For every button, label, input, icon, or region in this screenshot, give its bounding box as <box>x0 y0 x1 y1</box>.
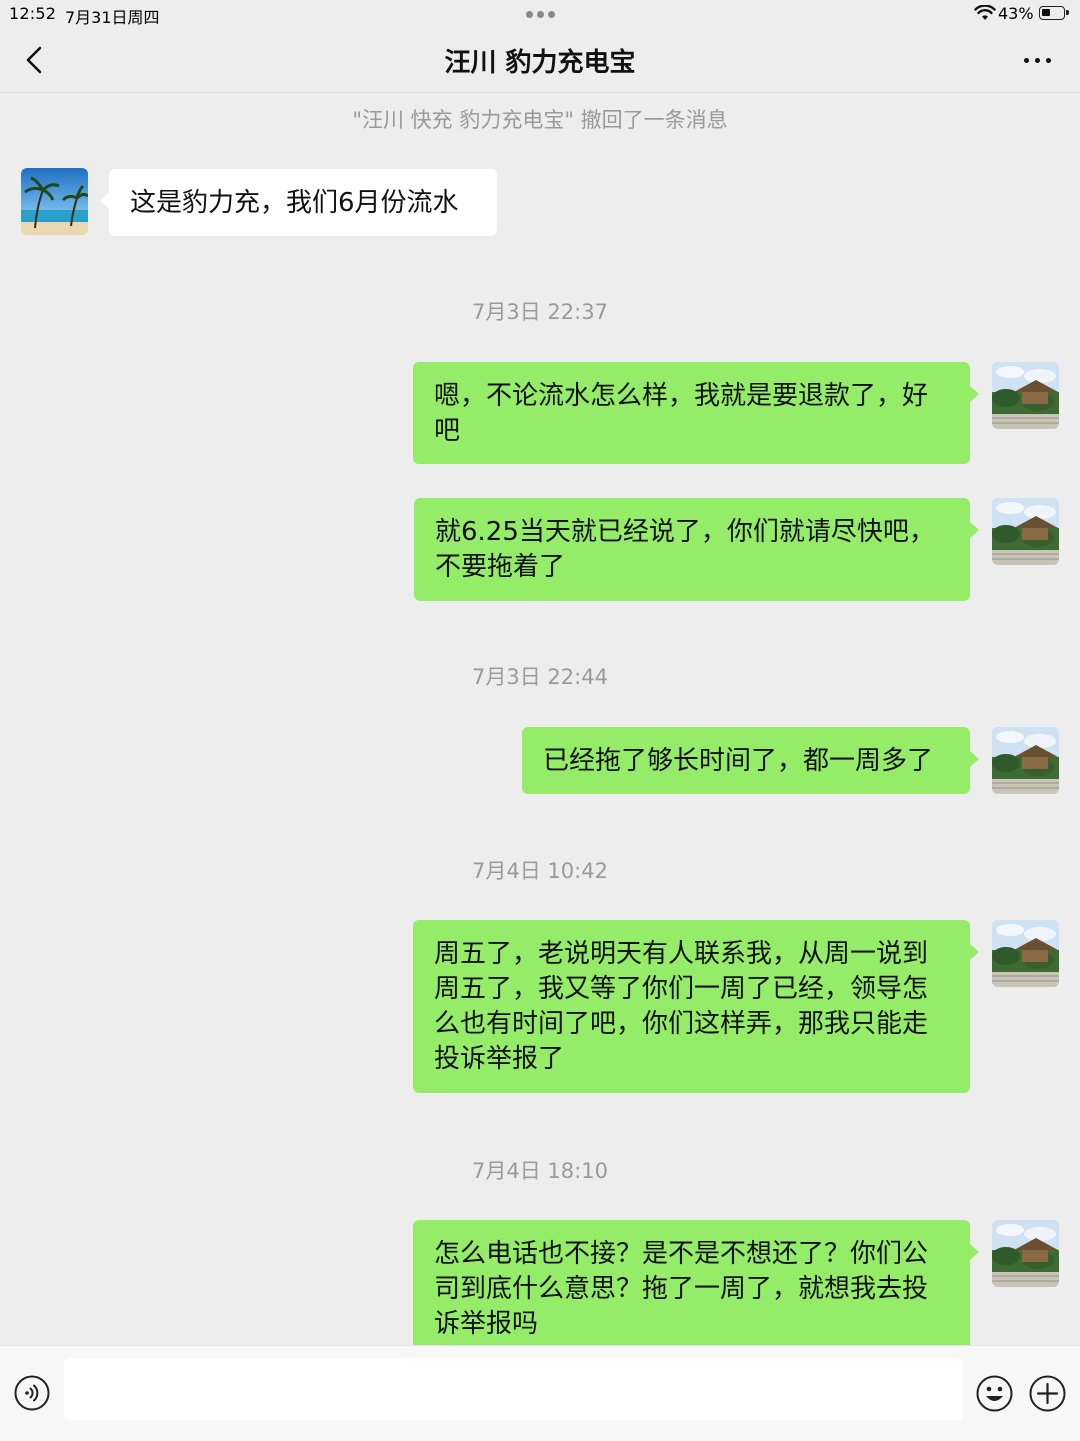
chat-title: 汪川 豹力充电宝 <box>444 48 636 78</box>
message-timestamp: 7月4日 10:42 <box>472 859 608 883</box>
self-avatar-image <box>992 1220 1059 1287</box>
chat-header: 汪川 豹力充电宝 <box>0 28 1080 93</box>
self-avatar[interactable] <box>992 920 1059 987</box>
battery-level-fill <box>1042 9 1050 16</box>
self-avatar-image <box>992 498 1059 565</box>
message-bubble-sent[interactable]: 周五了，老说明天有人联系我，从周一说到周五了，我又等了你们一周了已经，领导怎么也… <box>413 920 979 1093</box>
status-time: 12:52 <box>9 4 57 23</box>
message-bubble-sent[interactable]: 怎么电话也不接？是不是不想还了？你们公司到底什么意思？拖了一周了，就想我去投诉举… <box>413 1220 979 1360</box>
self-avatar[interactable] <box>992 498 1059 565</box>
battery-percent: 43% <box>998 4 1034 23</box>
battery-icon <box>1039 6 1069 20</box>
message-bubble-sent[interactable]: 就6.25当天就已经说了，你们就请尽快吧，不要拖着了 <box>414 498 979 601</box>
message-timestamp: 7月3日 22:37 <box>472 300 608 324</box>
message-timestamp: 7月3日 22:44 <box>472 665 608 689</box>
recall-notice: "汪川 快充 豹力充电宝" 撤回了一条消息 <box>352 108 728 132</box>
message-bubble-sent[interactable]: 嗯，不论流水怎么样，我就是要退款了，好吧 <box>413 362 979 464</box>
self-avatar[interactable] <box>992 727 1059 794</box>
message-bubble-received[interactable]: 这是豹力充，我们6月份流水 <box>100 169 497 236</box>
plus-icon[interactable] <box>1029 1375 1066 1412</box>
more-dots-icon[interactable] <box>1018 48 1058 72</box>
voice-icon[interactable] <box>14 1375 50 1411</box>
contact-avatar[interactable] <box>21 168 88 235</box>
status-date: 7月31日周四 <box>65 8 160 27</box>
multitasking-dots-icon[interactable] <box>522 2 558 22</box>
message-bubble-sent[interactable]: 已经拖了够长时间了，都一周多了 <box>522 727 979 794</box>
self-avatar-image <box>992 920 1059 987</box>
message-timestamp: 7月4日 18:10 <box>472 1159 608 1183</box>
wifi-icon <box>974 5 996 20</box>
message-input[interactable] <box>64 1358 963 1420</box>
chat-input-bar <box>0 1345 1080 1441</box>
self-avatar-image <box>992 362 1059 429</box>
self-avatar[interactable] <box>992 1220 1059 1287</box>
status-bar: 12:52 7月31日周四 43% <box>0 0 1080 28</box>
self-avatar[interactable] <box>992 362 1059 429</box>
self-avatar-image <box>992 727 1059 794</box>
emoji-icon[interactable] <box>976 1375 1013 1412</box>
